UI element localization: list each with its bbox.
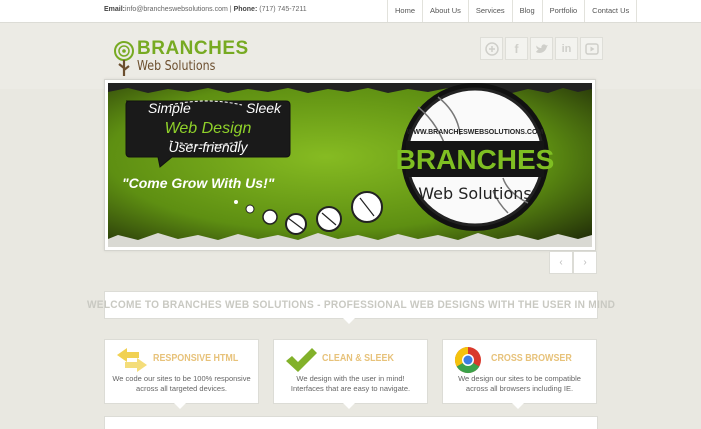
welcome-caret: [343, 318, 355, 324]
feature-cross-browser: CROSS BROWSER We design our sites to be …: [442, 339, 597, 404]
logo-title: BRANCHES: [137, 38, 249, 59]
phone-number: (717) 745-7211: [259, 6, 307, 13]
top-bar: Email:info@brancheswebsolutions.com | Ph…: [0, 0, 701, 23]
nav-contact-us[interactable]: Contact Us: [584, 0, 638, 22]
phone-label: Phone:: [233, 6, 258, 13]
bubble-web-design: Web Design: [165, 120, 252, 137]
facebook-icon[interactable]: f: [505, 37, 528, 60]
feature-caret: [174, 403, 186, 409]
feature-caret: [343, 403, 355, 409]
badge-subtitle: Web Solutions: [418, 184, 531, 203]
nav-about-us[interactable]: About Us: [422, 0, 468, 22]
social-links: f in: [480, 37, 605, 60]
welcome-banner: WELCOME TO BRANCHES WEB SOLUTIONS - PROF…: [87, 291, 615, 319]
hero-banner-graphic: Simple Sleek Web Design User-friendly "C…: [108, 83, 592, 247]
nav-services[interactable]: Services: [467, 0, 512, 22]
feature-description: We code our sites to be 100% responsive …: [112, 374, 251, 393]
tree-icon: [114, 41, 134, 76]
nav-blog[interactable]: Blog: [511, 0, 542, 22]
main-nav: Home About Us Services Blog Portfolio Co…: [387, 0, 638, 22]
linkedin-icon[interactable]: in: [555, 37, 578, 60]
slider-controls: ‹ ›: [549, 251, 597, 274]
bubble-simple: Simple: [148, 100, 191, 116]
hero-slider[interactable]: Simple Sleek Web Design User-friendly "C…: [104, 79, 596, 251]
email-label: Email:: [104, 6, 126, 13]
site-logo[interactable]: BRANCHES Web Solutions: [113, 38, 248, 80]
bubble-sleek: Sleek: [246, 100, 282, 116]
feature-caret: [512, 403, 524, 409]
feature-description: We design our sites to be compatible acr…: [458, 374, 581, 393]
feature-description: We design with the user in mind! Interfa…: [290, 374, 411, 393]
checkmark-icon: [286, 348, 317, 372]
nav-home[interactable]: Home: [387, 0, 422, 22]
logo-subtitle: Web Solutions: [137, 59, 216, 74]
next-section-box: [104, 416, 598, 429]
slide-tagline: "Come Grow With Us!": [122, 175, 275, 191]
twitter-icon[interactable]: [530, 37, 553, 60]
badge-title: BRANCHES: [396, 144, 555, 175]
youtube-icon[interactable]: [580, 37, 603, 60]
slider-prev-button[interactable]: ‹: [549, 251, 573, 274]
email-link[interactable]: info@brancheswebsolutions.com: [125, 6, 228, 13]
feature-title: CROSS BROWSER: [491, 352, 572, 364]
badge-url: WWW.BRANCHESWEBSOLUTIONS.COM: [407, 129, 544, 136]
chrome-icon: [454, 346, 481, 374]
arrows-icon: [117, 348, 147, 372]
contact-info: Email:info@brancheswebsolutions.com | Ph…: [104, 6, 307, 13]
bubble-user-friendly: User-friendly: [168, 139, 248, 155]
feature-title: RESPONSIVE HTML: [153, 352, 239, 364]
slider-next-button[interactable]: ›: [573, 251, 597, 274]
rss-icon[interactable]: [480, 37, 503, 60]
feature-responsive-html: RESPONSIVE HTML We code our sites to be …: [104, 339, 259, 404]
feature-title: CLEAN & SLEEK: [322, 352, 394, 364]
welcome-text: WELCOME TO BRANCHES WEB SOLUTIONS - PROF…: [86, 299, 616, 311]
hero-slide: Simple Sleek Web Design User-friendly "C…: [108, 83, 592, 247]
nav-portfolio[interactable]: Portfolio: [541, 0, 585, 22]
feature-clean-sleek: CLEAN & SLEEK We design with the user in…: [273, 339, 428, 404]
